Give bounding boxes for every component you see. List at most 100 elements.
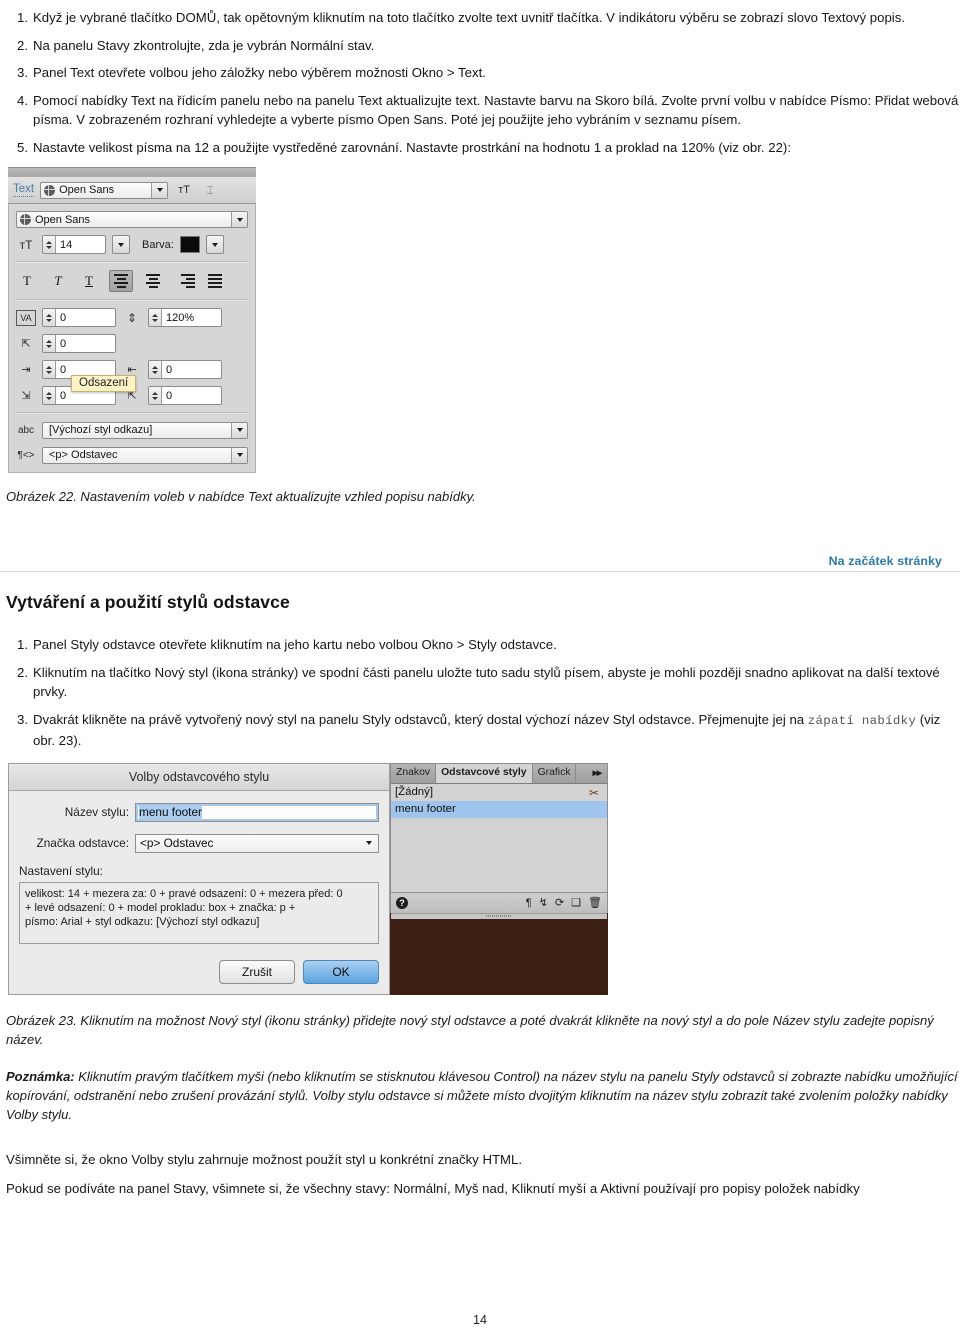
cancel-button[interactable]: Zrušit: [219, 959, 295, 984]
chevron-down-icon[interactable]: [231, 422, 247, 438]
tracking-value: 0: [56, 309, 71, 326]
link-style-icon: abc: [17, 424, 35, 436]
divider: [16, 299, 248, 301]
bold-button[interactable]: T: [16, 271, 38, 291]
panel-footer-toolbar: ? ¶ ↯ ⟳ ❑ 🗑: [391, 891, 607, 913]
align-center-button[interactable]: [142, 271, 164, 291]
settings-line: + levé odsazení: 0 + model prokladu: box…: [25, 901, 296, 914]
list-item-text: Když je vybrané tlačítko DOMŮ, tak opěto…: [33, 10, 905, 25]
pin-icon[interactable]: ✂: [589, 786, 599, 800]
leading-value: 120%: [162, 309, 199, 326]
list-item-number: 4.: [17, 92, 28, 108]
figure-22-text-panel: Text Open Sans ᴛT ⌶ Open Sans ᴛT 14 Barv…: [8, 167, 256, 473]
new-style-icon[interactable]: ❑: [571, 896, 581, 909]
list-item-text: Na panelu Stavy zkontrolujte, zda je vyb…: [33, 37, 375, 53]
space-after-stepper[interactable]: 0: [148, 386, 222, 405]
chevron-down-icon[interactable]: [231, 212, 247, 227]
chevron-down-icon[interactable]: [151, 182, 168, 198]
link-style-combo[interactable]: [Výchozí styl odkazu]: [42, 421, 248, 439]
font-size-dropdown[interactable]: [112, 235, 130, 254]
help-icon[interactable]: ?: [396, 896, 408, 909]
underline-button[interactable]: T: [78, 271, 100, 291]
stepper-arrows[interactable]: [43, 309, 56, 326]
list-item[interactable]: menu footer: [391, 800, 607, 818]
note-label: Poznámka:: [6, 1068, 75, 1084]
stepper-arrows[interactable]: [43, 387, 56, 404]
stepper-arrows[interactable]: [43, 335, 56, 352]
tracking-icon: VA: [16, 309, 36, 326]
list-item-number: 2.: [17, 37, 28, 53]
paragraph-tag-icon: ¶<>: [17, 449, 35, 461]
paragraph-tag-select[interactable]: <p> Odstavec: [135, 833, 379, 853]
page-number: 14: [473, 1313, 487, 1327]
space-before-value: 0: [56, 387, 71, 404]
color-swatch[interactable]: [179, 236, 200, 253]
paragraph-tag-value: <p> Odstavec: [49, 449, 118, 461]
tab-paragraph-styles[interactable]: Odstavcové styly: [436, 763, 533, 783]
font-family-combo[interactable]: Open Sans: [16, 211, 248, 228]
stepper-arrows[interactable]: [149, 361, 162, 378]
figure-23-style-dialog: Volby odstavcového stylu Název stylu: me…: [8, 762, 608, 995]
style-name-value: menu footer: [139, 805, 202, 819]
font-size-icon: ᴛT: [19, 237, 33, 252]
dialog-title: Volby odstavcového stylu: [9, 763, 389, 791]
baseline-value: 0: [56, 335, 71, 352]
overflow-icon: ⌶: [206, 182, 214, 197]
tab-graphic-styles[interactable]: Grafick: [533, 763, 577, 783]
color-label: Barva:: [142, 238, 174, 251]
leading-stepper[interactable]: 120%: [148, 308, 222, 327]
align-left-button[interactable]: [109, 270, 133, 292]
paragraph-tag-row: Značka odstavce: <p> Odstavec: [19, 833, 379, 853]
chevron-down-icon[interactable]: [231, 447, 247, 463]
indent-left-icon: ⇥: [21, 364, 31, 376]
list-item[interactable]: [Žádný] ✂: [391, 784, 607, 801]
font-family-value: Open Sans: [35, 213, 91, 226]
body-line: Všimněte si, že okno Volby stylu zahrnuj…: [6, 1151, 523, 1167]
font-size-stepper[interactable]: 14: [42, 235, 106, 254]
paragraph-icon[interactable]: ¶: [526, 897, 532, 909]
list-item-text-part1: Dvakrát klikněte na právě vytvořený nový…: [33, 711, 808, 727]
steps-top-list: 1. Když je vybrané tlačítko DOMŮ, tak op…: [0, 8, 960, 157]
figure-22-caption: Obrázek 22. Nastavením voleb v nabídce T…: [6, 489, 476, 504]
align-right-button[interactable]: [173, 271, 195, 291]
dialog-button-row: Zrušit OK: [219, 959, 379, 984]
space-before-icon: ⇲: [21, 390, 31, 402]
color-dropdown[interactable]: [205, 235, 224, 254]
control-bar-font-combo[interactable]: Open Sans: [40, 181, 169, 199]
baseline-stepper[interactable]: 0: [42, 334, 116, 353]
stepper-arrows[interactable]: [149, 387, 162, 404]
panel-resize-grip[interactable]: [391, 912, 607, 919]
link-style-row: abc [Výchozí styl odkazu]: [16, 421, 248, 439]
delete-icon[interactable]: 🗑: [588, 896, 602, 909]
tracking-stepper[interactable]: 0: [42, 308, 116, 327]
globe-icon: [20, 214, 31, 225]
stepper-arrows[interactable]: [43, 236, 56, 253]
italic-button[interactable]: T: [47, 271, 69, 291]
tooltip-odsazeni: Odsazení: [71, 375, 137, 392]
align-justify-button[interactable]: [204, 271, 226, 291]
tab-overflow-icon[interactable]: ▸▸: [587, 764, 607, 783]
divider: [16, 261, 248, 263]
break-link-icon[interactable]: ⟳: [555, 896, 564, 909]
list-item: 1. Když je vybrané tlačítko DOMŮ, tak op…: [0, 8, 960, 28]
settings-line: velikost: 14 + mezera za: 0 + pravé odsa…: [25, 887, 343, 900]
style-name-input[interactable]: menu footer: [135, 802, 379, 822]
divider: [16, 412, 248, 414]
paragraph-tag-combo[interactable]: <p> Odstavec: [42, 446, 248, 464]
ok-button[interactable]: OK: [303, 959, 379, 984]
horizontal-rule: [0, 571, 960, 572]
stepper-arrows[interactable]: [43, 361, 56, 378]
list-item-number: 3.: [17, 711, 28, 727]
font-size-icon: ᴛT: [178, 184, 190, 196]
style-item-label: menu footer: [395, 803, 456, 815]
tab-character-styles[interactable]: Znakov: [391, 763, 437, 783]
indent-right-stepper[interactable]: 0: [148, 360, 222, 379]
list-item-text: Pomocí nabídky Text na řídicím panelu ne…: [33, 92, 959, 128]
unlink-icon[interactable]: ↯: [539, 896, 548, 909]
style-item-label: [Žádný]: [395, 786, 433, 798]
back-to-top-link[interactable]: Na začátek stránky: [820, 554, 946, 568]
text-panel-tab-label[interactable]: Text: [13, 183, 35, 197]
list-item-number: 5.: [17, 139, 28, 155]
stepper-arrows[interactable]: [149, 309, 162, 326]
control-bar: Text Open Sans ᴛT ⌶: [8, 177, 256, 204]
